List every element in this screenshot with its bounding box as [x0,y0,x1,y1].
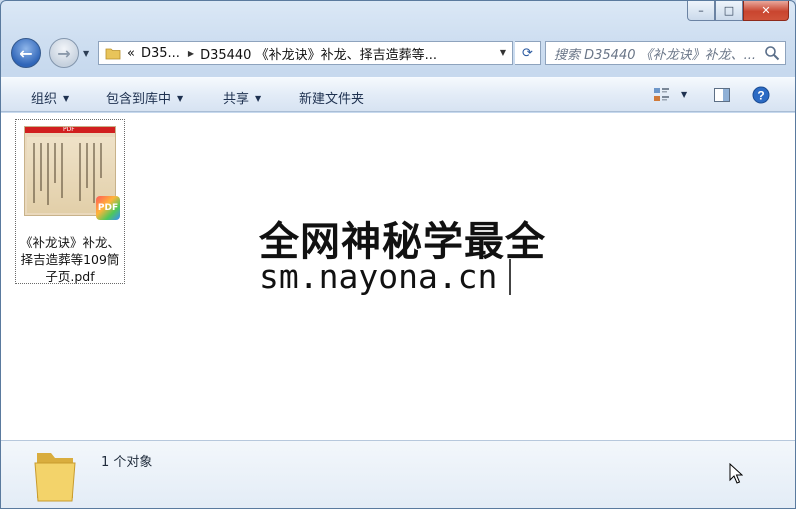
breadcrumb-overflow[interactable]: « [127,46,135,61]
command-toolbar: 组织 ▼ 包含到库中 ▼ 共享 ▼ 新建文件夹 ▼ ? [1,77,795,112]
recent-locations-dropdown[interactable]: ▼ [83,49,89,58]
close-button[interactable]: ✕ [743,1,789,21]
navigation-bar: ← → ▼ « D35... ▶ D35440 《补龙诀》补龙、择吉造葬等...… [1,35,795,71]
back-button[interactable]: ← [11,38,41,68]
back-arrow-icon: ← [19,43,33,63]
chevron-down-icon: ▼ [63,94,70,103]
text-column [86,143,88,188]
file-list-area[interactable]: PDF PDF 《补龙诀》补龙、择吉造葬等109筒子页.pdf 全网神秘学最全 … [1,113,795,440]
maximize-button[interactable]: □ [715,1,743,21]
thumbnail-header-label: PDF [63,126,75,133]
text-cursor [509,259,511,295]
pdf-file-icon: PDF [96,196,120,220]
text-column [54,143,56,183]
breadcrumb-segment-current[interactable]: D35440 《补龙诀》补龙、择吉造葬等... [200,44,437,63]
text-column [100,143,102,178]
text-column [61,143,63,198]
share-label: 共享 [223,92,250,107]
organize-menu[interactable]: 组织 ▼ [31,88,69,107]
explorer-window: – □ ✕ ← → ▼ « D35... ▶ D35440 《补龙诀》补龙、择吉… [0,0,796,509]
mouse-cursor-icon [729,463,743,484]
minimize-button[interactable]: – [687,1,715,21]
folder-icon [105,48,121,60]
preview-pane-icon[interactable] [713,86,731,104]
details-pane: 1 个对象 [1,440,795,508]
text-column [40,143,42,191]
organize-label: 组织 [31,92,58,107]
new-folder-button[interactable]: 新建文件夹 [299,88,364,107]
address-bar[interactable]: « D35... ▶ D35440 《补龙诀》补龙、择吉造葬等... ▼ [98,41,513,65]
item-count: 1 个对象 [101,455,153,470]
view-options-dropdown-icon[interactable]: ▼ [681,90,687,99]
search-placeholder: 搜索 D35440 《补龙诀》补龙、... [554,47,757,63]
help-icon[interactable]: ? [752,86,770,104]
chevron-down-icon: ▼ [177,94,184,103]
breadcrumb-separator-icon[interactable]: ▶ [188,49,194,58]
caption-buttons: – □ ✕ [687,1,789,23]
refresh-icon: ⟳ [522,45,533,61]
file-name-label: 《补龙诀》补龙、择吉造葬等109筒子页.pdf [19,235,120,284]
new-folder-label: 新建文件夹 [299,92,365,107]
text-column [47,143,49,205]
text-column [79,143,81,201]
text-column [93,143,95,203]
search-icon[interactable] [764,45,780,61]
include-library-menu[interactable]: 包含到库中 ▼ [106,88,183,107]
folder-icon [34,453,76,502]
change-view-icon[interactable] [653,86,671,104]
svg-text:?: ? [757,89,764,103]
watermark-overlay: 全网神秘学最全 sm.nayona.cn [251,199,551,301]
address-dropdown-icon[interactable]: ▼ [500,48,506,57]
forward-button[interactable]: → [49,38,79,68]
search-box[interactable]: 搜索 D35440 《补龙诀》补龙、... [545,41,786,65]
refresh-button[interactable]: ⟳ [515,41,541,65]
breadcrumb-segment-parent[interactable]: D35... [141,46,180,61]
include-library-label: 包含到库中 [106,92,172,107]
text-column [33,143,35,203]
watermark-url: sm.nayona.cn [259,257,498,296]
file-item[interactable]: PDF PDF 《补龙诀》补龙、择吉造葬等109筒子页.pdf [15,119,125,284]
forward-arrow-icon: → [57,43,71,63]
chevron-down-icon: ▼ [255,94,262,103]
share-menu[interactable]: 共享 ▼ [223,88,261,107]
